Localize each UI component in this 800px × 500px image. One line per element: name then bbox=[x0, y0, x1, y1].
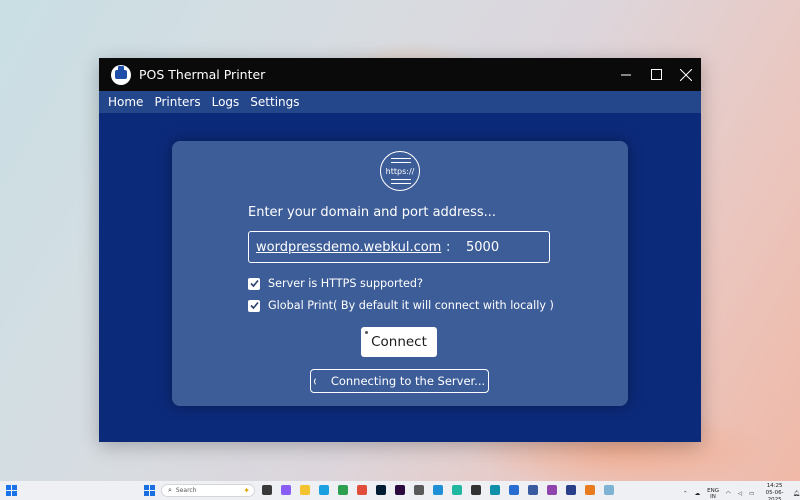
app-icon[interactable] bbox=[490, 485, 500, 495]
file-explorer-icon[interactable] bbox=[300, 485, 310, 495]
widgets-icon[interactable] bbox=[6, 485, 17, 496]
checkmark-icon bbox=[249, 301, 259, 310]
chevron-up-icon[interactable]: ⌃ bbox=[683, 491, 688, 497]
cloud-icon[interactable]: ☁ bbox=[695, 491, 701, 497]
address-field: wordpressdemo.webkul.com : 5000 bbox=[248, 231, 550, 263]
app-icon[interactable] bbox=[585, 485, 595, 495]
connect-button[interactable]: Connect bbox=[361, 327, 437, 357]
connect-button-label: Connect bbox=[371, 334, 427, 350]
domain-input[interactable]: wordpressdemo.webkul.com bbox=[256, 240, 446, 255]
edge-browser-icon[interactable] bbox=[319, 485, 329, 495]
chrome-browser-icon[interactable] bbox=[357, 485, 367, 495]
minimize-button[interactable] bbox=[611, 58, 641, 91]
system-tray: ⌃ ☁ ENG IN ◠ ◁ ▭ 14:25 05-06-2025 🔔︎ bbox=[683, 483, 800, 500]
clock-date: 05-06-2025 bbox=[765, 490, 784, 500]
port-input[interactable]: 5000 bbox=[466, 240, 499, 255]
port-separator: : bbox=[446, 239, 451, 255]
https-checkbox[interactable] bbox=[248, 277, 260, 290]
chat-icon[interactable] bbox=[281, 485, 291, 495]
https-icon-label: https:// bbox=[385, 166, 415, 176]
https-checkbox-row[interactable]: Server is HTTPS supported? bbox=[248, 277, 423, 290]
checkmark-icon bbox=[249, 279, 259, 288]
notification-bell-icon[interactable]: 🔔︎ bbox=[793, 491, 800, 497]
after-effects-icon[interactable] bbox=[395, 485, 405, 495]
global-print-checkbox[interactable] bbox=[248, 299, 260, 312]
menu-item-settings[interactable]: Settings bbox=[250, 95, 299, 109]
app-icon[interactable] bbox=[547, 485, 557, 495]
taskbar: ⌕ Search ✦ ⌃ ☁ ENG IN ◠ ◁ ▭ 14:25 05-06-… bbox=[0, 481, 800, 500]
app-icon[interactable] bbox=[528, 485, 538, 495]
global-print-checkbox-row[interactable]: Global Print( By default it will connect… bbox=[248, 299, 554, 312]
copilot-sparkle-icon: ✦ bbox=[243, 486, 250, 495]
app-icon[interactable] bbox=[471, 485, 481, 495]
start-button-icon[interactable] bbox=[144, 485, 155, 496]
connection-status: Connecting to the Server... bbox=[310, 369, 489, 393]
maximize-button[interactable] bbox=[641, 58, 671, 91]
close-icon bbox=[680, 68, 692, 81]
connection-status-text: Connecting to the Server... bbox=[330, 374, 486, 388]
clock-time: 14:25 bbox=[766, 483, 783, 489]
global-print-checkbox-label: Global Print( By default it will connect… bbox=[268, 299, 554, 312]
search-icon: ⌕ bbox=[168, 486, 172, 494]
volume-icon[interactable]: ◁ bbox=[738, 491, 742, 497]
app-icon[interactable] bbox=[509, 485, 519, 495]
clock[interactable]: 14:25 05-06-2025 bbox=[761, 483, 788, 500]
taskbar-search-placeholder: Search bbox=[175, 487, 197, 494]
app-window: POS Thermal Printer Home Printers Logs S… bbox=[99, 58, 701, 442]
loading-spinner-icon bbox=[313, 376, 323, 386]
taskbar-search-input[interactable]: ⌕ Search ✦ bbox=[161, 484, 255, 497]
language-indicator[interactable]: ENG IN bbox=[707, 488, 719, 500]
app-icon[interactable] bbox=[414, 485, 424, 495]
app-icon[interactable] bbox=[433, 485, 443, 495]
photoshop-icon[interactable] bbox=[376, 485, 386, 495]
maximize-icon bbox=[650, 69, 662, 80]
app-icon[interactable] bbox=[452, 485, 462, 495]
menu-item-logs[interactable]: Logs bbox=[212, 95, 240, 109]
minimize-icon bbox=[621, 74, 631, 75]
region-code: IN bbox=[710, 493, 716, 500]
menu-item-home[interactable]: Home bbox=[108, 95, 143, 109]
window-title: POS Thermal Printer bbox=[139, 67, 266, 82]
https-checkbox-label: Server is HTTPS supported? bbox=[268, 277, 423, 290]
app-icon[interactable] bbox=[338, 485, 348, 495]
title-bar[interactable]: POS Thermal Printer bbox=[99, 58, 701, 91]
connection-card: https:// Enter your domain and port addr… bbox=[172, 141, 628, 406]
focus-dot bbox=[365, 331, 368, 334]
printer-app-icon bbox=[111, 64, 131, 85]
wifi-icon[interactable]: ◠ bbox=[726, 491, 731, 497]
menu-item-printers[interactable]: Printers bbox=[154, 95, 200, 109]
task-view-icon[interactable] bbox=[262, 485, 272, 495]
address-prompt: Enter your domain and port address... bbox=[248, 205, 497, 220]
battery-icon[interactable]: ▭ bbox=[749, 491, 754, 497]
language-code: ENG bbox=[707, 487, 719, 494]
app-icon[interactable] bbox=[604, 485, 614, 495]
https-globe-icon: https:// bbox=[380, 151, 420, 191]
menu-bar: Home Printers Logs Settings bbox=[99, 91, 701, 113]
app-icon[interactable] bbox=[566, 485, 576, 495]
close-button[interactable] bbox=[671, 58, 701, 91]
